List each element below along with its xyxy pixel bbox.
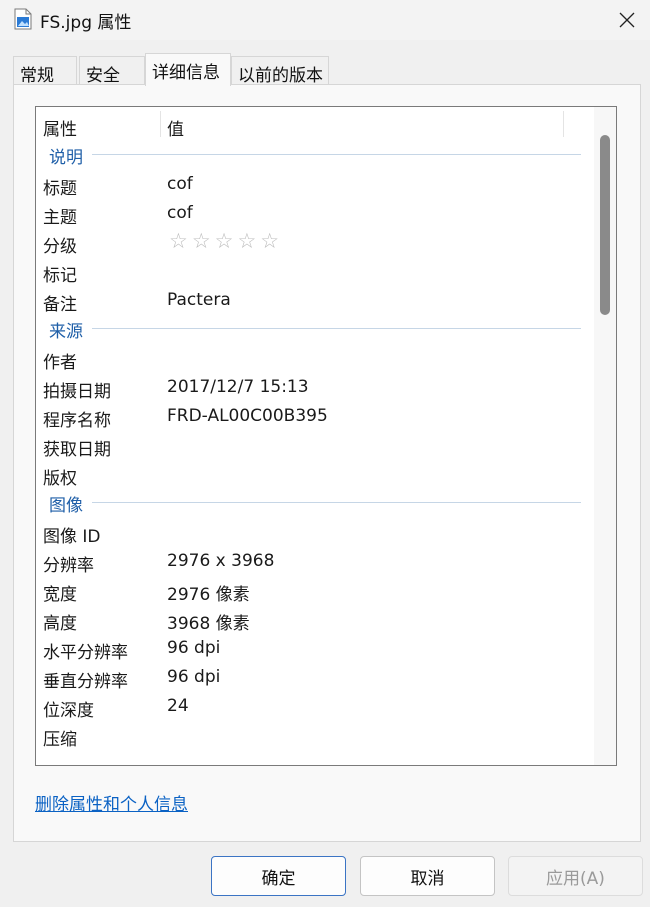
property-name: 拍摄日期 [43,382,111,402]
list-header: 属性 值 [36,107,616,140]
property-value[interactable]: 2017/12/7 15:13 [167,377,309,397]
property-row[interactable]: 标题 cof [36,169,596,199]
tab-general[interactable]: 常规 [13,56,77,86]
property-name: 压缩 [43,730,77,750]
property-name: 宽度 [43,585,77,605]
property-name: 图像 ID [43,527,101,547]
property-value[interactable]: 24 [167,696,189,716]
property-name: 作者 [43,353,77,373]
property-row[interactable]: 拍摄日期 2017/12/7 15:13 [36,372,596,402]
remove-properties-link[interactable]: 删除属性和个人信息 [35,790,188,815]
property-value[interactable]: cof [167,174,193,194]
property-value[interactable]: 96 dpi [167,638,220,658]
property-rows: 说明标题 cof 主题 cof 分级 ☆☆☆☆☆ 标记备注 Pactera 来源作者拍摄日期 20… [36,140,596,750]
group-label: 说明 [49,148,83,168]
apply-button[interactable]: 应用(A) [508,856,643,896]
property-name: 程序名称 [43,411,111,431]
title-bar: FS.jpg 属性 [0,0,650,40]
property-row[interactable]: 图像 ID [36,517,596,547]
column-separator[interactable] [160,111,161,137]
property-name: 获取日期 [43,440,111,460]
property-name: 标题 [43,179,77,199]
property-row[interactable]: 高度 3968 像素 [36,604,596,634]
property-name: 标记 [43,266,77,286]
property-row[interactable]: 标记 [36,256,596,286]
window-title: FS.jpg 属性 [40,13,132,33]
group-divider [92,328,581,329]
property-row[interactable]: 版权 [36,459,596,489]
column-header-property[interactable]: 属性 [43,115,77,140]
property-name: 主题 [43,208,77,228]
group-divider [92,502,581,503]
property-name: 水平分辨率 [43,643,128,663]
tab-previous-versions-label: 以前的版本 [238,66,323,86]
property-name: 垂直分辨率 [43,672,128,692]
property-name: 分级 [43,237,77,257]
group-label: 图像 [49,496,83,516]
property-value[interactable]: 96 dpi [167,667,220,687]
property-value[interactable]: 2976 x 3968 [167,551,274,571]
column-separator[interactable] [563,111,564,137]
vertical-scrollbar[interactable] [594,107,616,765]
property-row[interactable]: 垂直分辨率 96 dpi [36,662,596,692]
properties-list[interactable]: 属性 值 说明 标题 cof 主题 cof 分级 ☆☆☆☆☆ 标记 备注 Pactera 来源 作者拍… [35,106,617,766]
property-name: 分辨率 [43,556,94,576]
property-value[interactable]: 2976 像素 [167,580,250,605]
tab-details[interactable]: 详细信息 [145,53,231,86]
property-row[interactable]: 位深度 24 [36,691,596,721]
property-row[interactable]: 分级 ☆☆☆☆☆ [36,227,596,257]
property-name: 备注 [43,295,77,315]
property-row[interactable]: 水平分辨率 96 dpi [36,633,596,663]
tab-previous-versions[interactable]: 以前的版本 [231,56,329,86]
rating-stars-icon[interactable]: ☆☆☆☆☆ [169,229,283,253]
property-value[interactable]: FRD-AL00C00B395 [167,406,328,426]
scrollbar-thumb[interactable] [600,135,610,315]
property-row[interactable]: 主题 cof [36,198,596,228]
cancel-button[interactable]: 取消 [360,856,495,896]
image-file-icon [14,8,32,30]
tab-general-label: 常规 [20,66,54,86]
property-name: 位深度 [43,701,94,721]
close-icon [619,12,635,28]
close-button[interactable] [604,0,650,40]
property-row[interactable]: 压缩 [36,720,596,750]
group-divider [92,154,581,155]
group-header[interactable]: 说明 [36,140,596,169]
property-row[interactable]: 获取日期 [36,430,596,460]
column-header-value[interactable]: 值 [167,115,184,140]
property-name: 高度 [43,614,77,634]
property-name: 版权 [43,469,77,489]
group-header[interactable]: 来源 [36,314,596,343]
ok-button[interactable]: 确定 [211,856,346,896]
property-value[interactable]: 3968 像素 [167,609,250,634]
group-header[interactable]: 图像 [36,488,596,517]
property-value[interactable]: cof [167,203,193,223]
property-row[interactable]: 程序名称 FRD-AL00C00B395 [36,401,596,431]
tab-details-label: 详细信息 [152,63,220,83]
property-value[interactable]: Pactera [167,290,231,310]
tab-security-label: 安全 [86,66,120,86]
property-row[interactable]: 作者 [36,343,596,373]
property-row[interactable]: 宽度 2976 像素 [36,575,596,605]
property-row[interactable]: 分辨率 2976 x 3968 [36,546,596,576]
group-label: 来源 [49,322,83,342]
tab-security[interactable]: 安全 [79,56,145,86]
property-row[interactable]: 备注 Pactera [36,285,596,315]
